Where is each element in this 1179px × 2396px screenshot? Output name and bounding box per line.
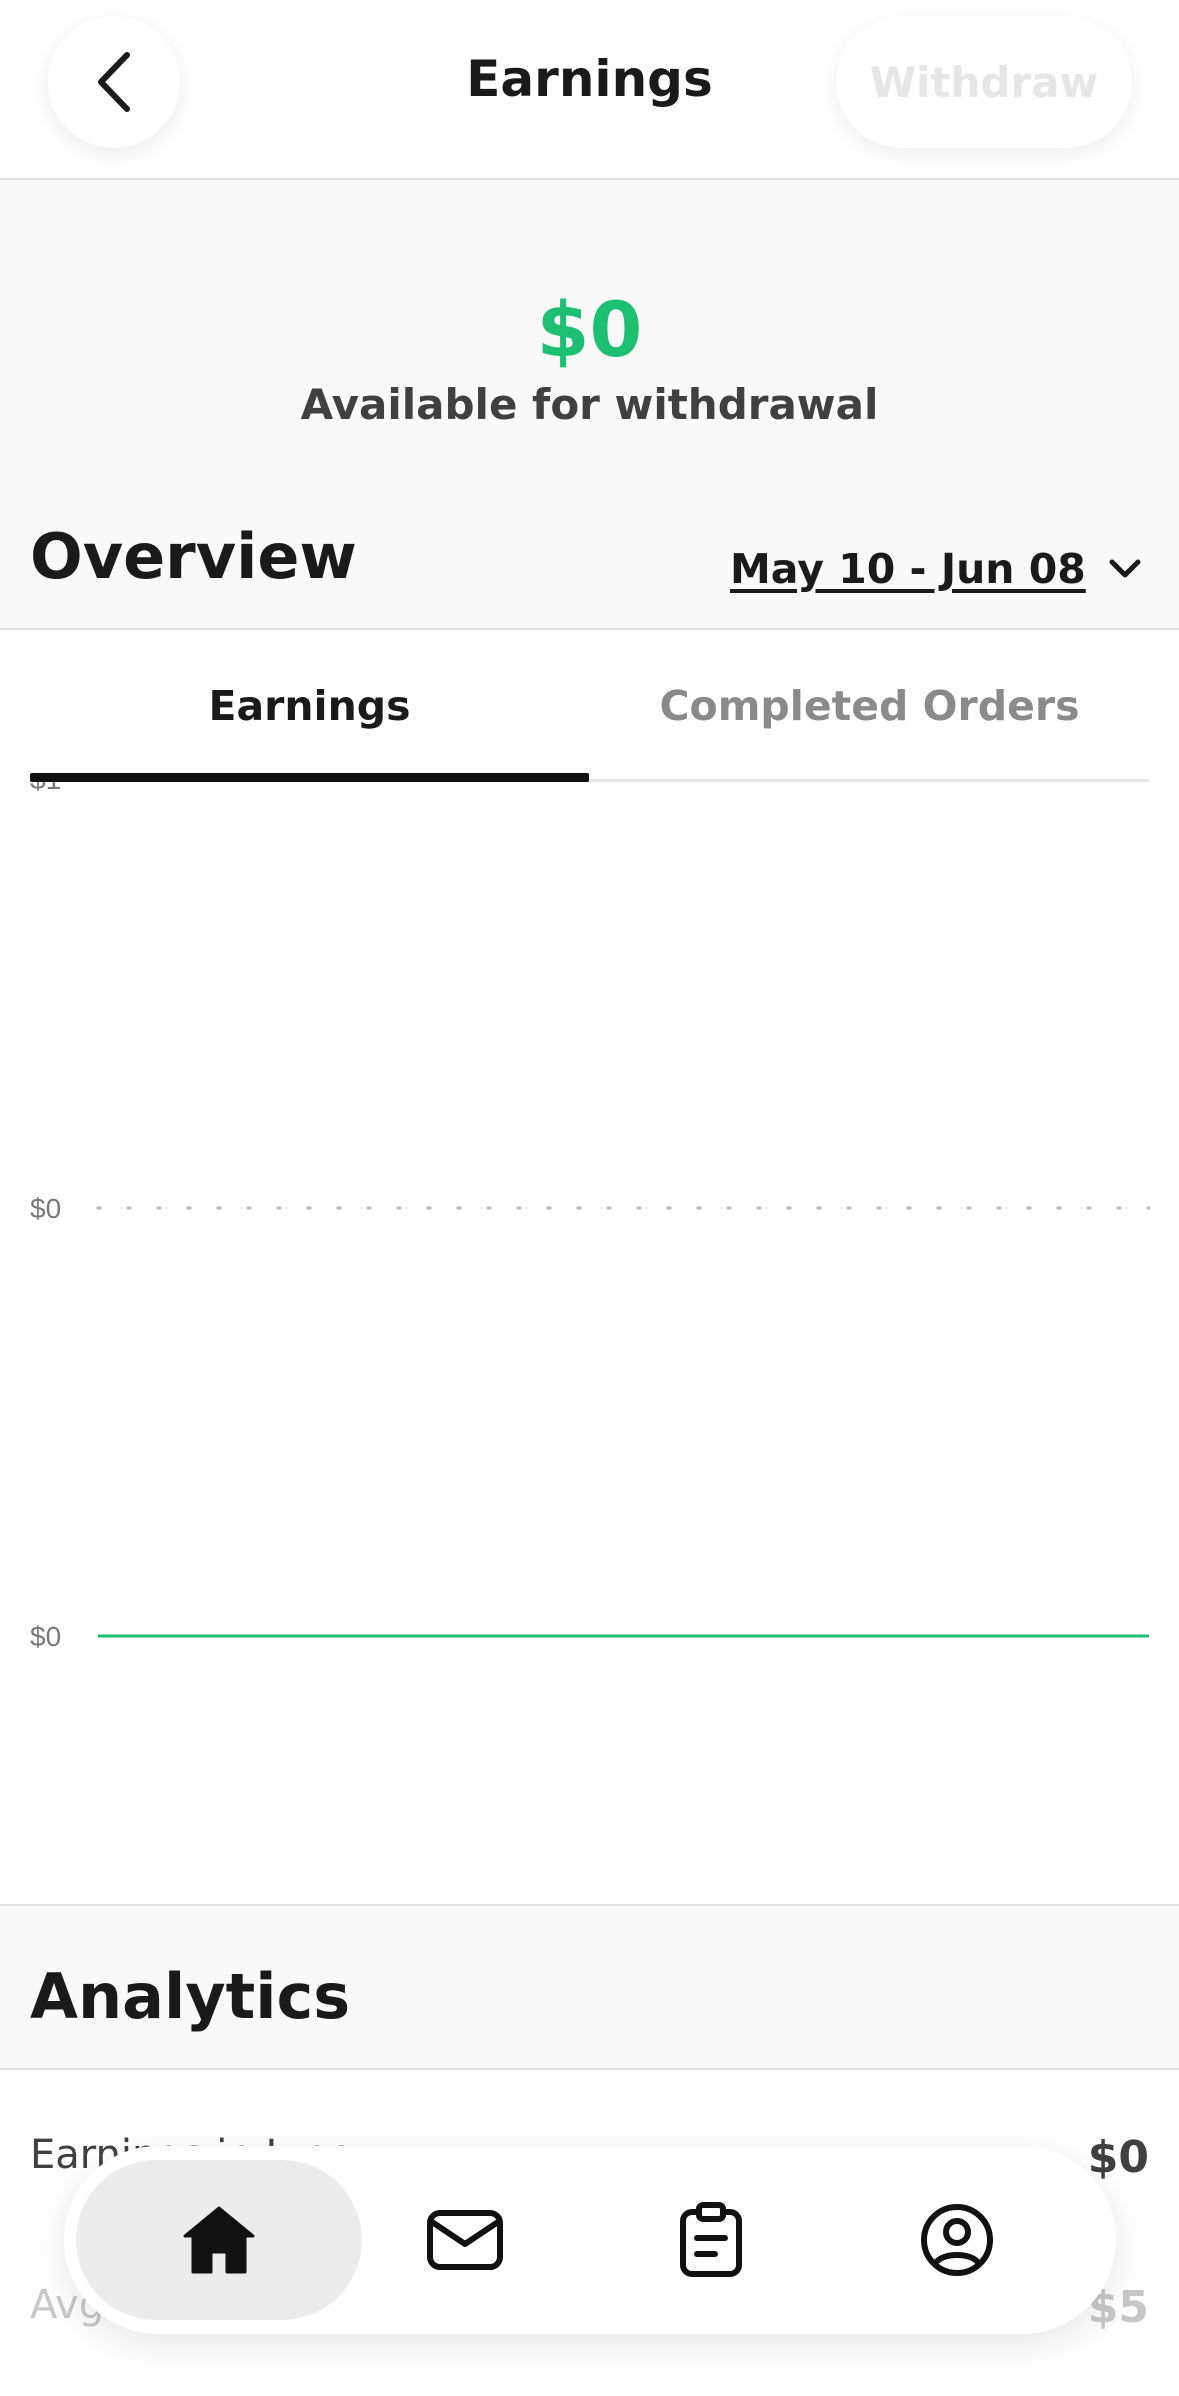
orders-icon xyxy=(680,2202,742,2277)
available-balance-amount: $0 xyxy=(536,285,643,374)
nav-home[interactable] xyxy=(76,2160,362,2320)
overview-heading: Overview xyxy=(30,520,357,593)
overview-tabs: Earnings Completed Orders xyxy=(30,630,1149,782)
top-app-bar: Earnings Withdraw xyxy=(0,0,1179,180)
nav-orders[interactable] xyxy=(568,2160,854,2320)
withdraw-button[interactable]: Withdraw xyxy=(836,16,1132,148)
available-balance-label: Available for withdrawal xyxy=(300,380,879,429)
y-tick-label: $0 xyxy=(30,1621,61,1652)
analytics-row-value: $0 xyxy=(1087,2132,1149,2183)
tab-earnings[interactable]: Earnings xyxy=(30,630,589,782)
tab-completed-orders[interactable]: Completed Orders xyxy=(590,630,1149,782)
nav-profile[interactable] xyxy=(814,2160,1100,2320)
date-range-selector[interactable]: May 10 - Jun 08 xyxy=(730,545,1142,593)
earnings-line-chart: $1 $0 $0 xyxy=(30,782,1151,1652)
y-tick-label: $1 xyxy=(30,782,61,795)
inbox-icon xyxy=(427,2210,503,2270)
active-tab-indicator xyxy=(30,773,589,782)
y-tick-label: $0 xyxy=(30,1193,61,1224)
nav-inbox[interactable] xyxy=(322,2160,608,2320)
home-icon xyxy=(183,2206,255,2274)
bottom-navigation-bar xyxy=(64,2146,1116,2334)
earnings-chart-card: Earnings Completed Orders $1 $0 $0 xyxy=(0,628,1179,1906)
profile-icon xyxy=(921,2204,993,2276)
date-range-label: May 10 - Jun 08 xyxy=(730,545,1086,593)
chevron-down-icon xyxy=(1108,557,1142,581)
analytics-heading: Analytics xyxy=(30,1960,351,2033)
